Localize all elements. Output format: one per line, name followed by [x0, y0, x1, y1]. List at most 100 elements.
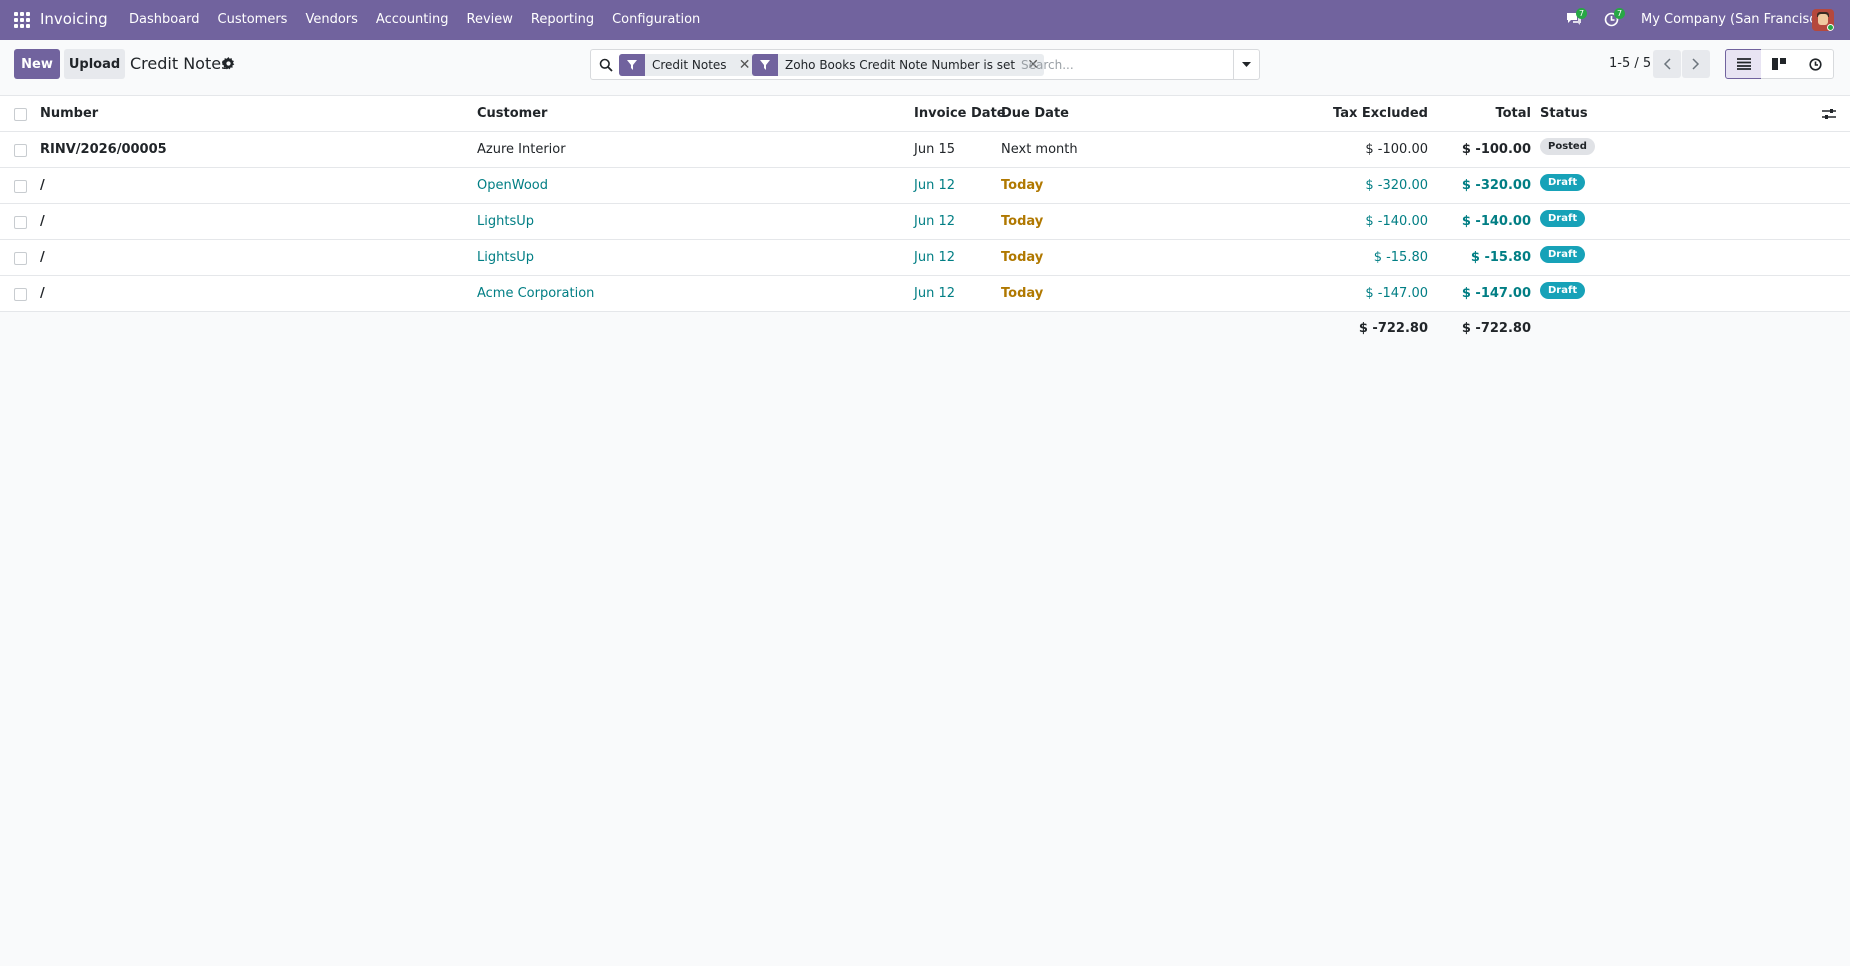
cell-number: / [40, 250, 45, 265]
column-due-date[interactable]: Due Date [1001, 96, 1069, 132]
column-number[interactable]: Number [40, 96, 98, 132]
column-total[interactable]: Total [1440, 96, 1531, 132]
filter-icon [752, 54, 778, 76]
cell-status: Draft [1540, 240, 1586, 276]
cell-tax-excluded: $ -320.00 [1365, 178, 1428, 193]
cell-invoice-date: Jun 12 [914, 250, 955, 265]
cell-due-date: Today [1001, 286, 1044, 301]
search-icon[interactable] [599, 58, 613, 72]
apps-grid-icon[interactable] [14, 12, 30, 28]
search-bar: Credit Notes ✕ Zoho Books Credit Note Nu… [590, 49, 1260, 80]
status-badge: Draft [1540, 282, 1586, 299]
chat-icon[interactable]: 7 [1566, 8, 1588, 28]
cell-total: $ -140.00 [1461, 214, 1531, 229]
search-facet: Credit Notes ✕ [619, 54, 756, 76]
app-name[interactable]: Invoicing [40, 10, 108, 28]
user-avatar[interactable] [1812, 9, 1834, 31]
activity-clock-icon[interactable]: 7 [1604, 8, 1626, 28]
activities-badge: 7 [1614, 8, 1626, 19]
row-checkbox[interactable] [14, 216, 27, 229]
cell-customer: Azure Interior [477, 142, 566, 157]
cell-due-date: Next month [1001, 142, 1078, 157]
cell-customer: Acme Corporation [477, 286, 595, 301]
total-amount: $ -722.80 [1461, 321, 1531, 336]
cell-status: Draft [1540, 276, 1586, 312]
page-title: Credit Notes [130, 54, 230, 73]
table-row[interactable]: / Acme Corporation Jun 12 Today $ -147.0… [0, 276, 1850, 312]
column-invoice-date[interactable]: Invoice Date [914, 96, 1006, 132]
top-navbar: Invoicing Dashboard Customers Vendors Ac… [0, 0, 1850, 40]
search-input[interactable] [1021, 55, 1231, 75]
pager-value[interactable]: 1-5 / 5 [1609, 56, 1651, 71]
status-badge: Draft [1540, 246, 1586, 263]
company-switcher[interactable]: My Company (San Francisco) [1641, 12, 1829, 27]
activity-view-icon[interactable] [1797, 49, 1834, 79]
list-view-icon[interactable] [1725, 49, 1762, 79]
cell-tax-excluded: $ -147.00 [1365, 286, 1428, 301]
gear-icon[interactable] [222, 57, 235, 70]
table-header: Number Customer Invoice Date Due Date Ta… [0, 96, 1850, 132]
optional-columns-icon[interactable] [1822, 107, 1836, 121]
table-row[interactable]: / LightsUp Jun 12 Today $ -140.00 $ -140… [0, 204, 1850, 240]
total-tax-excluded: $ -722.80 [1358, 321, 1428, 336]
row-checkbox[interactable] [14, 180, 27, 193]
cell-customer: OpenWood [477, 178, 548, 193]
caret-down-icon[interactable] [1233, 50, 1259, 79]
status-badge: Draft [1540, 210, 1586, 227]
cell-tax-excluded: $ -140.00 [1365, 214, 1428, 229]
cell-invoice-date: Jun 12 [914, 286, 955, 301]
chevron-right-icon[interactable] [1682, 50, 1710, 78]
filter-icon [619, 54, 645, 76]
menu-review[interactable]: Review [458, 0, 522, 40]
chevron-left-icon[interactable] [1653, 50, 1681, 78]
status-badge: Posted [1540, 138, 1595, 155]
cell-number: RINV/2026/00005 [40, 142, 167, 157]
cell-invoice-date: Jun 12 [914, 214, 955, 229]
cell-total: $ -100.00 [1461, 142, 1531, 157]
menu-configuration[interactable]: Configuration [603, 0, 709, 40]
status-badge: Draft [1540, 174, 1586, 191]
cell-due-date: Today [1001, 250, 1044, 265]
cell-tax-excluded: $ -100.00 [1365, 142, 1428, 157]
row-checkbox[interactable] [14, 252, 27, 265]
menu-accounting[interactable]: Accounting [367, 0, 458, 40]
cell-total: $ -15.80 [1470, 250, 1531, 265]
table-totals: $ -722.80 $ -722.80 [0, 312, 1850, 346]
column-customer[interactable]: Customer [477, 96, 547, 132]
kanban-view-icon[interactable] [1761, 49, 1798, 79]
cell-number: / [40, 286, 45, 301]
cell-total: $ -320.00 [1461, 178, 1531, 193]
menu-vendors[interactable]: Vendors [296, 0, 366, 40]
menu-reporting[interactable]: Reporting [522, 0, 603, 40]
select-all-checkbox[interactable] [14, 108, 27, 121]
cell-status: Draft [1540, 204, 1586, 240]
row-checkbox[interactable] [14, 144, 27, 157]
close-icon[interactable]: ✕ [737, 57, 753, 73]
messages-badge: 7 [1576, 8, 1588, 19]
cell-total: $ -147.00 [1461, 286, 1531, 301]
column-tax-excluded[interactable]: Tax Excluded [1230, 96, 1428, 132]
menu-customers[interactable]: Customers [209, 0, 297, 40]
table-row[interactable]: / OpenWood Jun 12 Today $ -320.00 $ -320… [0, 168, 1850, 204]
cell-tax-excluded: $ -15.80 [1373, 250, 1428, 265]
upload-button[interactable]: Upload [64, 49, 125, 79]
cell-number: / [40, 178, 45, 193]
cell-invoice-date: Jun 15 [914, 142, 955, 157]
cell-due-date: Today [1001, 214, 1044, 229]
cell-customer: LightsUp [477, 250, 534, 265]
main-menu: Dashboard Customers Vendors Accounting R… [120, 0, 709, 40]
cell-status: Posted [1540, 132, 1595, 168]
cell-due-date: Today [1001, 178, 1044, 193]
search-facet: Zoho Books Credit Note Number is set ✕ [752, 54, 1045, 76]
table-row[interactable]: / LightsUp Jun 12 Today $ -15.80 $ -15.8… [0, 240, 1850, 276]
column-status[interactable]: Status [1540, 96, 1588, 132]
cell-number: / [40, 214, 45, 229]
row-checkbox[interactable] [14, 288, 27, 301]
table-row[interactable]: RINV/2026/00005 Azure Interior Jun 15 Ne… [0, 132, 1850, 168]
cell-status: Draft [1540, 168, 1586, 204]
menu-dashboard[interactable]: Dashboard [120, 0, 209, 40]
cell-invoice-date: Jun 12 [914, 178, 955, 193]
cell-customer: LightsUp [477, 214, 534, 229]
new-button[interactable]: New [14, 49, 60, 79]
facet-label: Zoho Books Credit Note Number is set [785, 58, 1016, 72]
